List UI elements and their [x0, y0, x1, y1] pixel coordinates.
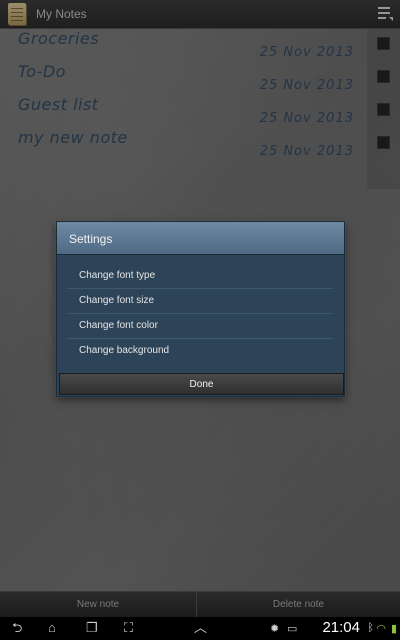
battery-small-icon: ▭ [287, 623, 298, 635]
delete-note-label: Delete note [272, 599, 325, 610]
settings-dialog: Settings Change font type Change font si… [56, 221, 345, 397]
delete-note-button[interactable]: Delete note [197, 592, 400, 618]
option-change-font-size[interactable]: Change font size [67, 289, 333, 314]
option-change-background[interactable]: Change background [67, 339, 333, 363]
wifi-icon: ◠ [376, 623, 386, 635]
home-icon[interactable]: ⌂ [48, 621, 56, 634]
clock: 21:04 [322, 619, 360, 636]
done-label: Done [189, 379, 214, 390]
chevron-up-icon[interactable]: ︿ [194, 621, 207, 634]
usb-debug-icon: ✹ [270, 623, 280, 635]
settings-options: Change font type Change font size Change… [67, 264, 333, 363]
option-label: Change font size [79, 295, 155, 306]
new-note-button[interactable]: New note [0, 592, 197, 618]
dialog-title: Settings [69, 232, 113, 246]
system-navigation-bar: ⮌ ⌂ ❐ ⛶ ︿ ✹ ▭ 21:04 ᛒ ◠ ▮ [0, 617, 400, 640]
done-button[interactable]: Done [59, 373, 344, 395]
option-change-font-type[interactable]: Change font type [67, 264, 333, 289]
option-label: Change font type [79, 270, 156, 281]
screenshot-icon[interactable]: ⛶ [124, 621, 133, 634]
battery-icon: ▮ [390, 623, 397, 635]
option-label: Change font color [79, 320, 158, 331]
bluetooth-icon: ᛒ [367, 622, 374, 634]
back-icon[interactable]: ⮌ [12, 621, 22, 634]
bottom-action-bar: New note Delete note [0, 591, 400, 618]
option-label: Change background [79, 345, 170, 356]
recent-apps-icon[interactable]: ❐ [86, 621, 98, 634]
option-change-font-color[interactable]: Change font color [67, 314, 333, 339]
new-note-label: New note [76, 599, 120, 610]
